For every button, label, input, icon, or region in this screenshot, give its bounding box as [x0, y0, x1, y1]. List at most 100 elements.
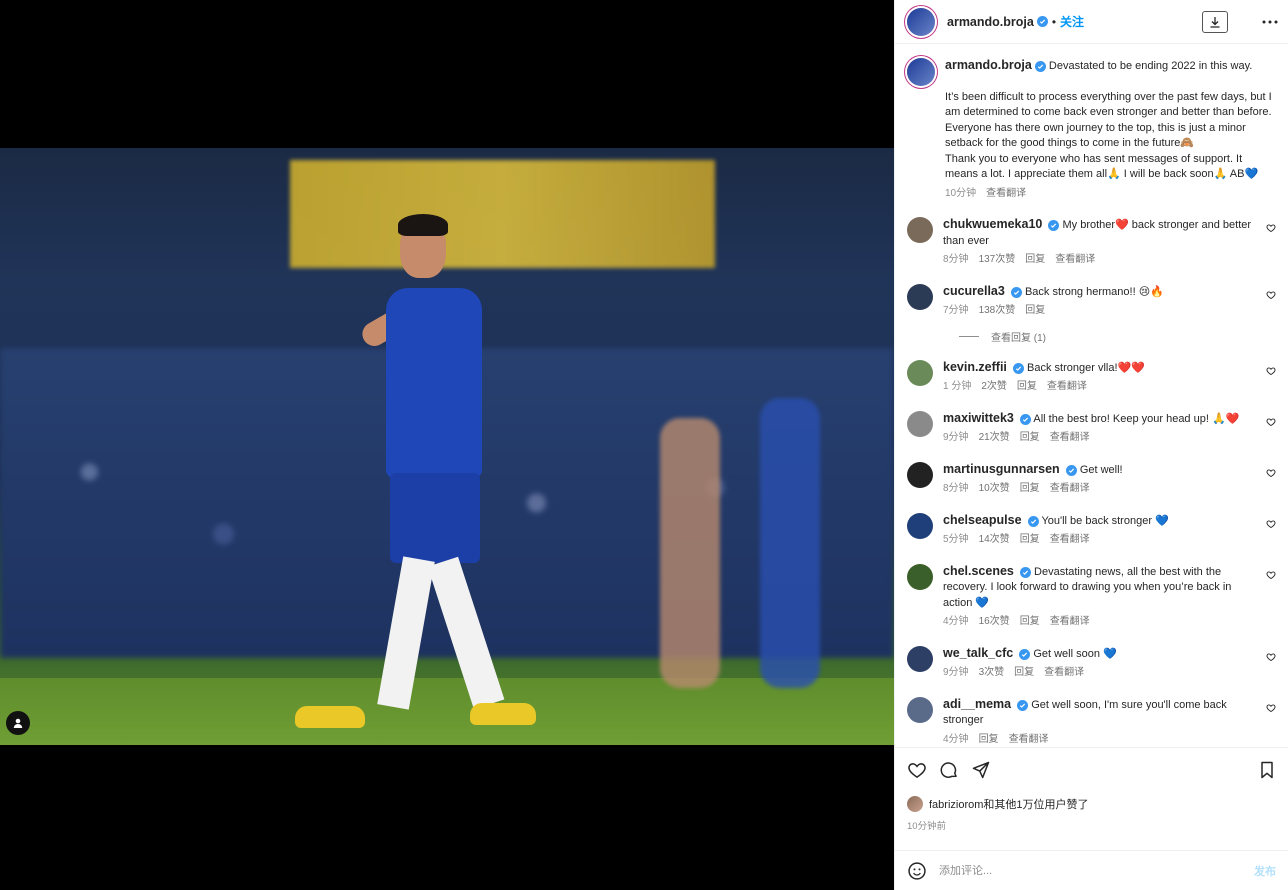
comment-item: cucurella3 Back strong hermano!! 😢🔥 7分钟 …	[907, 283, 1276, 319]
bookmark-icon[interactable]	[1258, 760, 1276, 780]
comment-heart-icon[interactable]	[1262, 519, 1276, 529]
commenter-username[interactable]: cucurella3	[943, 284, 1005, 298]
commenter-avatar[interactable]	[907, 410, 933, 437]
comment-item: chukwuemeka10 My brother❤️ back stronger…	[907, 217, 1276, 268]
follow-button[interactable]: 关注	[1060, 13, 1084, 30]
post-actions: fabriziorom和其他1万位用户赞了 10分钟前	[895, 747, 1288, 832]
comment-likes[interactable]: 3次赞	[979, 665, 1005, 681]
liker-avatar	[907, 796, 923, 812]
instagram-post-viewer: armando.broja • 关注 armando.broja Devasta…	[0, 0, 1288, 890]
reply-button[interactable]: 回复	[1017, 379, 1037, 395]
heart-icon[interactable]	[907, 760, 927, 780]
comment-heart-icon[interactable]	[1262, 223, 1276, 233]
comment-text: All the best bro! Keep your head up! 🙏❤️	[1033, 412, 1240, 425]
comment-text: Back stronger vlla!❤️❤️	[1027, 361, 1145, 374]
commenter-avatar[interactable]	[907, 645, 933, 672]
comment-item: martinusgunnarsen Get well! 8分钟 10次赞 回复 …	[907, 461, 1276, 497]
comment-heart-icon[interactable]	[1262, 703, 1276, 713]
comment-likes[interactable]: 14次赞	[979, 532, 1010, 548]
comments-list[interactable]: armando.broja Devastated to be ending 20…	[895, 44, 1288, 747]
commenter-username[interactable]: maxiwittek3	[943, 411, 1014, 425]
commenter-avatar[interactable]	[907, 512, 933, 539]
see-translation-button[interactable]: 查看翻译	[1009, 732, 1049, 748]
reply-button[interactable]: 回复	[979, 732, 999, 748]
commenter-avatar[interactable]	[907, 283, 933, 310]
commenter-username[interactable]: adi__mema	[943, 697, 1011, 711]
comment-likes[interactable]: 16次赞	[979, 614, 1010, 630]
see-translation-button[interactable]: 查看翻译	[1055, 252, 1095, 268]
share-icon[interactable]	[971, 760, 991, 780]
commenter-username[interactable]: chukwuemeka10	[943, 217, 1042, 231]
reply-button[interactable]: 回复	[1020, 481, 1040, 497]
verified-icon	[1012, 362, 1024, 374]
post-comment-button[interactable]: 发布	[1254, 863, 1276, 879]
commenter-avatar[interactable]	[907, 359, 933, 386]
caption-line: Thank you to everyone who has sent messa…	[945, 152, 1259, 181]
likes-text[interactable]: fabriziorom和其他1万位用户赞了	[929, 796, 1089, 812]
see-translation-button[interactable]: 查看翻译	[1050, 614, 1090, 630]
see-translation-button[interactable]: 查看翻译	[1050, 532, 1090, 548]
view-replies-label[interactable]: 查看回复 (1)	[991, 329, 1046, 344]
see-translation-button[interactable]: 查看翻译	[1050, 430, 1090, 446]
comment-time: 9分钟	[943, 667, 969, 678]
reply-button[interactable]: 回复	[1025, 252, 1045, 268]
reply-button[interactable]: 回复	[1020, 532, 1040, 548]
comment-heart-icon[interactable]	[1262, 290, 1276, 300]
commenter-avatar[interactable]	[907, 563, 933, 590]
comment-time: 8分钟	[943, 254, 969, 265]
verified-icon	[1048, 220, 1060, 231]
comment-heart-icon[interactable]	[1262, 366, 1276, 376]
author-username[interactable]: armando.broja	[947, 15, 1034, 29]
comment-likes[interactable]: 2次赞	[981, 379, 1007, 395]
verified-icon	[1034, 61, 1046, 72]
commenter-username[interactable]: kevin.zeffii	[943, 360, 1007, 374]
comment-icon[interactable]	[939, 760, 959, 780]
commenter-avatar[interactable]	[907, 696, 933, 723]
comment-heart-icon[interactable]	[1262, 417, 1276, 427]
commenter-avatar[interactable]	[907, 217, 933, 243]
post-timestamp: 10分钟前	[907, 821, 947, 832]
reply-button[interactable]: 回复	[1020, 430, 1040, 446]
comment-items: chukwuemeka10 My brother❤️ back stronger…	[907, 217, 1276, 747]
verified-icon	[1017, 699, 1029, 711]
view-replies-button[interactable]: 查看回复 (1)	[959, 329, 1276, 344]
comment-time: 7分钟	[943, 305, 969, 316]
comment-item: maxiwittek3 All the best bro! Keep your …	[907, 410, 1276, 446]
commenter-avatar[interactable]	[907, 461, 933, 488]
comment-input[interactable]	[939, 864, 1242, 877]
caption-username[interactable]: armando.broja	[945, 58, 1032, 72]
commenter-username[interactable]: martinusgunnarsen	[943, 462, 1060, 476]
reply-button[interactable]: 回复	[1025, 303, 1045, 319]
see-translation-button[interactable]: 查看翻译	[1044, 665, 1084, 681]
post-caption: armando.broja Devastated to be ending 20…	[907, 58, 1276, 201]
comment-time: 8分钟	[943, 483, 969, 494]
player-figure	[295, 214, 536, 738]
comment-text: Get well soon 💙	[1033, 647, 1117, 660]
reply-button[interactable]: 回复	[1014, 665, 1034, 681]
more-icon[interactable]	[1262, 20, 1278, 24]
reply-button[interactable]: 回复	[1020, 614, 1040, 630]
user-tag-icon[interactable]	[6, 711, 30, 735]
verified-icon	[1019, 648, 1031, 660]
verified-icon	[1019, 413, 1031, 425]
see-translation-button[interactable]: 查看翻译	[1047, 379, 1087, 395]
comment-likes[interactable]: 10次赞	[979, 481, 1010, 497]
comment-likes[interactable]: 138次赞	[979, 303, 1016, 319]
comment-heart-icon[interactable]	[1262, 652, 1276, 662]
caption-line: Everyone has there own journey to the to…	[945, 121, 1246, 150]
post-photo[interactable]	[0, 148, 894, 745]
likes-summary[interactable]: fabriziorom和其他1万位用户赞了	[907, 796, 1276, 812]
see-translation-button[interactable]: 查看翻译	[1050, 481, 1090, 497]
comment-heart-icon[interactable]	[1262, 570, 1276, 580]
commenter-username[interactable]: chel.scenes	[943, 564, 1014, 578]
author-avatar[interactable]	[907, 7, 935, 36]
download-icon[interactable]	[1202, 10, 1228, 33]
comment-likes[interactable]: 21次赞	[979, 430, 1010, 446]
emoji-icon[interactable]	[907, 861, 927, 881]
caption-avatar[interactable]	[907, 58, 935, 86]
see-translation-button[interactable]: 查看翻译	[986, 186, 1026, 202]
commenter-username[interactable]: chelseapulse	[943, 513, 1022, 527]
comment-likes[interactable]: 137次赞	[979, 252, 1016, 268]
commenter-username[interactable]: we_talk_cfc	[943, 646, 1013, 660]
comment-heart-icon[interactable]	[1262, 468, 1276, 478]
